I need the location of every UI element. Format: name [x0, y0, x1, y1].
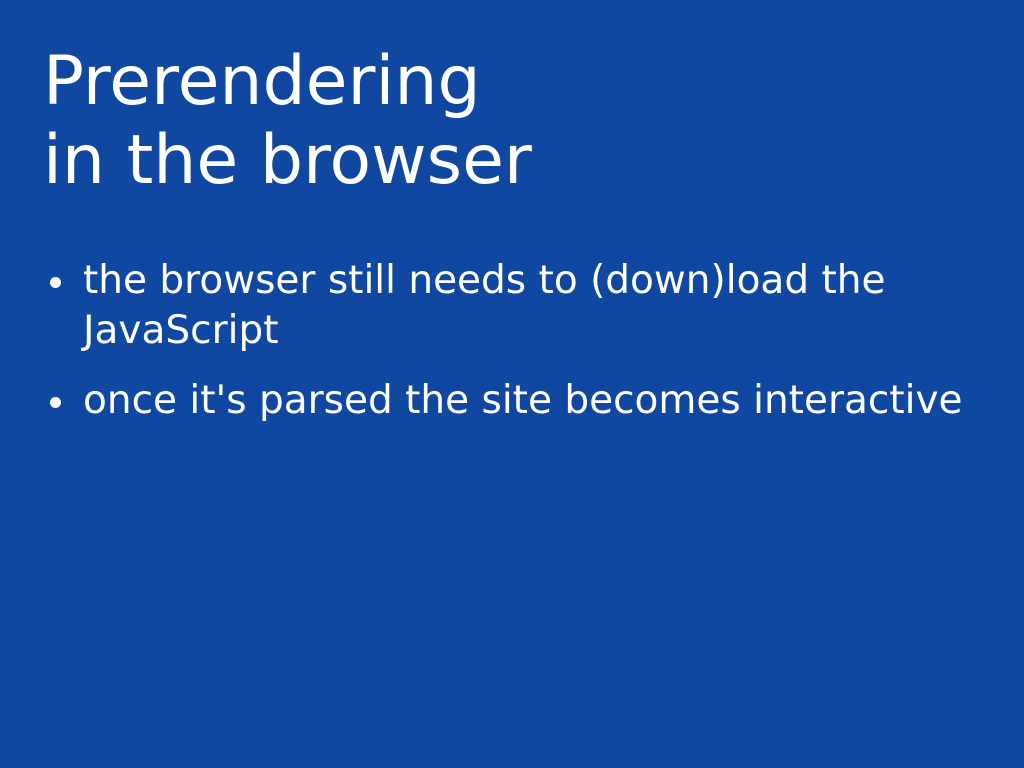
- bullet-text: the browser still needs to (down)load th…: [83, 258, 886, 353]
- slide-title: Prerendering in the browser: [43, 42, 532, 200]
- bullet-text: once it's parsed the site becomes intera…: [83, 378, 963, 423]
- bullet-item: once it's parsed the site becomes intera…: [43, 376, 983, 426]
- slide-title-line-2: in the browser: [43, 121, 532, 200]
- bullet-item: the browser still needs to (down)load th…: [43, 256, 983, 356]
- presentation-slide: Prerendering in the browser the browser …: [0, 0, 1024, 768]
- bullet-point-icon: [50, 397, 61, 408]
- bullet-point-icon: [50, 277, 61, 288]
- bullet-list: the browser still needs to (down)load th…: [43, 256, 983, 446]
- slide-title-line-1: Prerendering: [43, 42, 481, 121]
